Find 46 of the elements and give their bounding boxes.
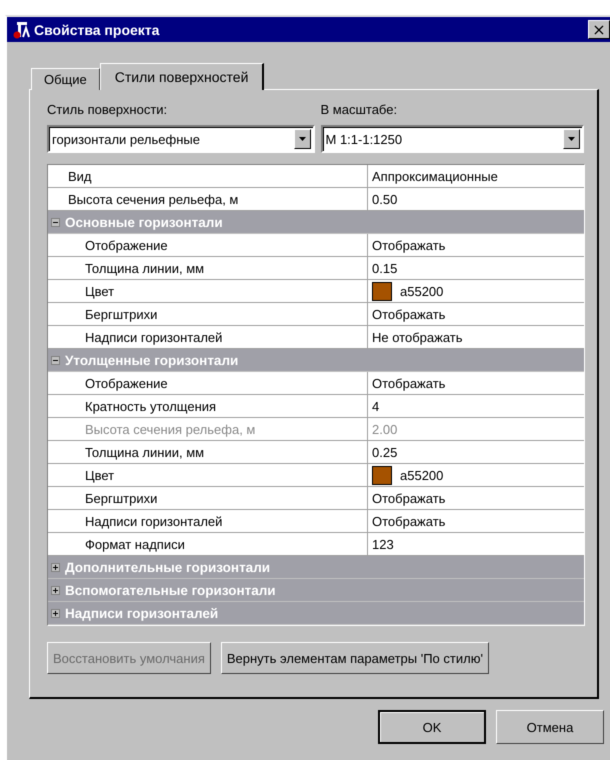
dialog-button[interactable]: OK	[378, 710, 486, 744]
property-value[interactable]: 123	[372, 536, 394, 552]
property-name: Кратность утолщения	[48, 395, 368, 417]
property-value[interactable]: Не отображать	[372, 330, 462, 344]
panel-button[interactable]: Вернуть элементам параметры 'По стилю'	[220, 642, 489, 674]
collapse-icon[interactable]	[51, 218, 60, 226]
property-name: Бергштрихи	[48, 487, 368, 509]
property-value[interactable]: 0.15	[372, 260, 398, 276]
close-button[interactable]: ×	[588, 20, 610, 39]
property-name: Отображение	[48, 372, 368, 394]
property-name: Цвет	[48, 280, 368, 302]
scale-dropdown[interactable]: М 1:1-1:1250	[320, 125, 584, 153]
property-value[interactable]: a55200	[400, 468, 444, 482]
property-name: Надписи горизонталей	[48, 326, 368, 348]
property-name: Формат надписи	[48, 533, 368, 555]
surface-style-dropdown[interactable]: горизонтали рельефные	[47, 125, 314, 153]
window-title: Свойства проекта	[34, 22, 160, 38]
property-value[interactable]: Отображать	[372, 514, 446, 528]
property-value[interactable]: Отображать	[372, 306, 446, 322]
field-label: В масштабе:	[320, 102, 398, 118]
tab[interactable]: Общие	[31, 68, 100, 90]
property-value[interactable]: 0.50	[372, 192, 398, 206]
property-name: Высота сечения рельефа, м	[48, 418, 368, 440]
expand-icon[interactable]	[51, 608, 60, 618]
property-value[interactable]: Отображать	[372, 376, 446, 390]
property-name: Толщина линии, мм	[48, 441, 368, 463]
tab[interactable]: Стили поверхностей	[100, 63, 264, 90]
property-name: Отображение	[48, 234, 368, 256]
expand-icon[interactable]	[51, 562, 60, 572]
property-value[interactable]: Аппроксимационные	[372, 168, 498, 184]
property-name: Бергштрихи	[48, 303, 368, 325]
property-name: Цвет	[48, 464, 368, 486]
expand-icon[interactable]	[51, 586, 60, 594]
property-name: Надписи горизонталей	[48, 510, 368, 532]
property-value[interactable]: a55200	[400, 284, 444, 298]
property-value[interactable]: Отображать	[372, 238, 446, 252]
property-name: Высота сечения рельефа, м	[48, 188, 368, 210]
property-name: Толщина линии, мм	[48, 257, 368, 279]
property-value[interactable]: Отображать	[372, 490, 446, 506]
property-value[interactable]: 4	[372, 398, 380, 414]
collapse-icon[interactable]	[51, 356, 60, 364]
field-label: Стиль поверхности:	[47, 102, 168, 118]
property-value[interactable]: 0.25	[372, 444, 398, 460]
app-logo-icon	[12, 20, 32, 40]
dialog-button[interactable]: Отмена	[496, 710, 604, 744]
property-name: Вид	[48, 165, 368, 187]
